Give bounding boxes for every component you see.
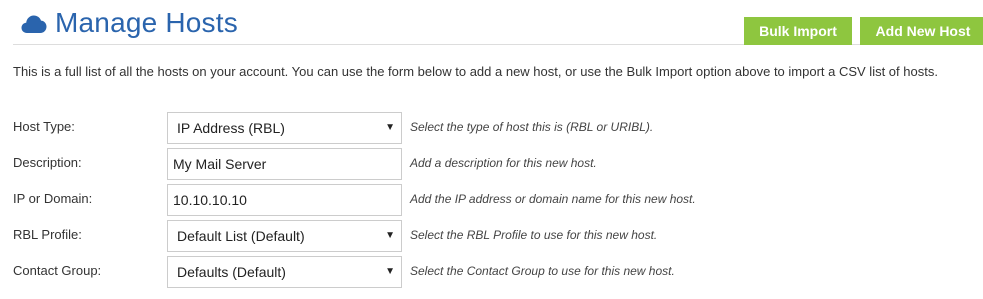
contact-group-label: Contact Group: xyxy=(13,263,102,278)
contact-group-help: Select the Contact Group to use for this… xyxy=(410,264,675,278)
contact-group-row: Contact Group: Defaults (Default) ▼ Sele… xyxy=(13,256,973,288)
host-type-help: Select the type of host this is (RBL or … xyxy=(410,120,654,134)
chevron-down-icon: ▼ xyxy=(385,230,395,241)
host-type-value: IP Address (RBL) xyxy=(177,120,285,136)
ip-or-domain-input[interactable] xyxy=(167,184,402,216)
contact-group-value: Defaults (Default) xyxy=(177,264,286,280)
intro-text: This is a full list of all the hosts on … xyxy=(13,64,938,79)
rbl-profile-value: Default List (Default) xyxy=(177,228,305,244)
manage-hosts-page: Manage Hosts Bulk Import Add New Host Th… xyxy=(0,0,983,299)
ip-or-domain-row: IP or Domain: Add the IP address or doma… xyxy=(13,184,973,216)
description-help: Add a description for this new host. xyxy=(410,156,597,170)
host-type-select[interactable]: IP Address (RBL) ▼ xyxy=(167,112,402,144)
chevron-down-icon: ▼ xyxy=(385,266,395,277)
rbl-profile-help: Select the RBL Profile to use for this n… xyxy=(410,228,658,242)
description-label: Description: xyxy=(13,155,82,170)
bulk-import-button[interactable]: Bulk Import xyxy=(744,17,852,45)
page-header: Manage Hosts Bulk Import Add New Host xyxy=(13,4,983,45)
ip-or-domain-help: Add the IP address or domain name for th… xyxy=(410,192,696,206)
rbl-profile-label: RBL Profile: xyxy=(13,227,82,242)
add-new-host-button[interactable]: Add New Host xyxy=(860,17,983,45)
page-title: Manage Hosts xyxy=(55,7,238,38)
description-row: Description: Add a description for this … xyxy=(13,148,973,180)
rbl-profile-select[interactable]: Default List (Default) ▼ xyxy=(167,220,402,252)
cloud-icon xyxy=(21,15,47,33)
host-type-row: Host Type: IP Address (RBL) ▼ Select the… xyxy=(13,112,973,144)
chevron-down-icon: ▼ xyxy=(385,122,395,133)
contact-group-select[interactable]: Defaults (Default) ▼ xyxy=(167,256,402,288)
rbl-profile-row: RBL Profile: Default List (Default) ▼ Se… xyxy=(13,220,973,252)
host-type-label: Host Type: xyxy=(13,119,75,134)
ip-or-domain-label: IP or Domain: xyxy=(13,191,93,206)
description-input[interactable] xyxy=(167,148,402,180)
